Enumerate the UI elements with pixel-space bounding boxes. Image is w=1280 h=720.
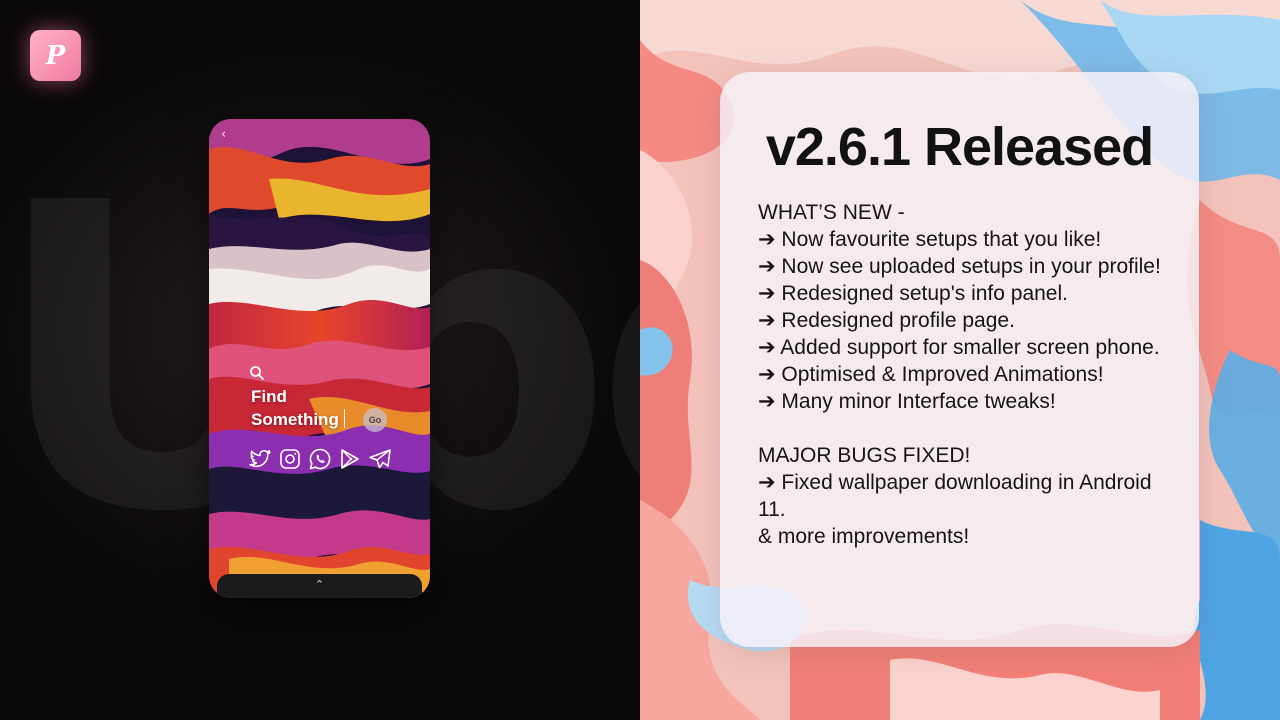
- play-store-icon[interactable]: [338, 447, 362, 471]
- chevron-up-icon: ⌃: [314, 577, 325, 591]
- bug-fix-item: ➔ Fixed wallpaper downloading in Android…: [758, 471, 1158, 521]
- twitter-icon[interactable]: [248, 447, 272, 471]
- search-text-line2: Something: [251, 410, 339, 429]
- go-button[interactable]: Go: [363, 408, 387, 432]
- search-field[interactable]: Find Something: [251, 385, 345, 431]
- whats-new-heading: WHAT’S NEW -: [758, 201, 905, 224]
- telegram-icon[interactable]: [368, 447, 392, 471]
- app-logo[interactable]: P: [30, 30, 81, 81]
- release-notes-card: v2.6.1 Released WHAT’S NEW - ➔ Now favou…: [720, 72, 1199, 647]
- whats-new-item: ➔ Now see uploaded setups in your profil…: [758, 255, 1161, 278]
- bottom-sheet-handle[interactable]: ⌃: [217, 574, 422, 598]
- whats-new-item: ➔ Redesigned setup's info panel.: [758, 282, 1068, 305]
- social-links: [248, 447, 392, 471]
- whatsapp-icon[interactable]: [308, 447, 332, 471]
- search-text-line1: Find: [251, 387, 287, 406]
- whats-new-item: ➔ Redesigned profile page.: [758, 309, 1015, 332]
- section-spacer: [758, 415, 1178, 442]
- release-footer: & more improvements!: [758, 525, 970, 548]
- right-panel: v2.6.1 Released WHAT’S NEW - ➔ Now favou…: [640, 0, 1280, 720]
- release-notes-body: WHAT’S NEW - ➔ Now favourite setups that…: [758, 199, 1178, 550]
- whats-new-item: ➔ Many minor Interface tweaks!: [758, 390, 1056, 413]
- release-title: v2.6.1 Released: [765, 117, 1154, 177]
- app-logo-letter: P: [45, 40, 66, 71]
- bugs-fixed-heading: MAJOR BUGS FIXED!: [758, 444, 971, 467]
- instagram-icon[interactable]: [278, 447, 302, 471]
- phone-wallpaper: [209, 119, 430, 598]
- search-icon[interactable]: [249, 365, 265, 381]
- text-caret: [343, 409, 345, 428]
- phone-mockup: ‹ Find Something Go ⌃: [209, 119, 430, 598]
- whats-new-item: ➔ Optimised & Improved Animations!: [758, 363, 1104, 386]
- left-panel: Upd P ‹: [0, 0, 640, 720]
- back-icon[interactable]: ‹: [221, 127, 226, 142]
- whats-new-item: ➔ Added support for smaller screen phone…: [758, 336, 1160, 359]
- whats-new-item: ➔ Now favourite setups that you like!: [758, 228, 1102, 251]
